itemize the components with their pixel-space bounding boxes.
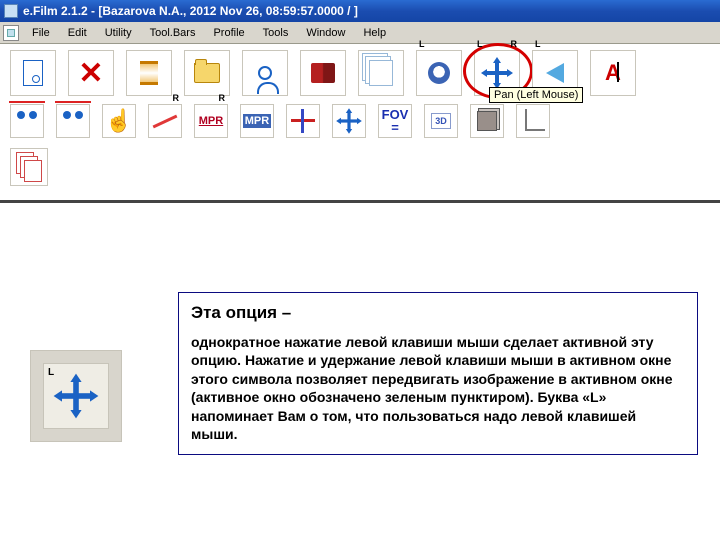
- mpr-button[interactable]: RMPR: [194, 104, 228, 138]
- r-marker: R: [173, 93, 180, 103]
- pan-button[interactable]: L R Pan (Left Mouse): [474, 50, 520, 96]
- crosshair-button[interactable]: [286, 104, 320, 138]
- pan-icon: [483, 59, 511, 87]
- docs-stack-icon: [16, 152, 42, 182]
- delete-button[interactable]: ✕: [68, 50, 114, 96]
- brightness-icon: [428, 62, 450, 84]
- menu-profile[interactable]: Profile: [204, 24, 253, 42]
- person-icon: [258, 66, 272, 80]
- patients-marked-button[interactable]: [56, 104, 90, 138]
- point-button[interactable]: ☝: [102, 104, 136, 138]
- menu-bar: File Edit Utility Tool.Bars Profile Tool…: [0, 22, 720, 44]
- line-icon: [153, 114, 178, 128]
- window-titlebar: e.Film 2.1.2 - [Bazarova N.A., 2012 Nov …: [0, 0, 720, 22]
- pan-figure-inner: L: [43, 363, 109, 429]
- window-title: e.Film 2.1.2 - [Bazarova N.A., 2012 Nov …: [23, 4, 358, 18]
- x-icon: ✕: [78, 56, 103, 91]
- mpr2-button[interactable]: MPR: [240, 104, 274, 138]
- pan-tooltip: Pan (Left Mouse): [489, 87, 583, 103]
- people-icon: [14, 111, 40, 131]
- series-button[interactable]: [358, 50, 404, 96]
- app-small-icon: [3, 25, 19, 41]
- 3d-label: 3D: [431, 113, 451, 129]
- study-notes-button[interactable]: [300, 50, 346, 96]
- menu-edit[interactable]: Edit: [59, 24, 96, 42]
- folder-icon: [194, 63, 220, 83]
- menu-toolbars[interactable]: Tool.Bars: [141, 24, 205, 42]
- stack-icon: [369, 60, 393, 86]
- cube-button[interactable]: [470, 104, 504, 138]
- mpr2-label: MPR: [243, 114, 271, 128]
- people-icon: [60, 111, 86, 131]
- hourglass-icon: [140, 61, 158, 85]
- description-panel: Эта опция – однократное нажатие левой кл…: [178, 292, 698, 455]
- menu-tools[interactable]: Tools: [254, 24, 298, 42]
- r-marker: R: [219, 93, 226, 103]
- book-icon: [311, 63, 335, 83]
- cube-icon: [477, 111, 497, 131]
- l-marker: L: [535, 39, 541, 49]
- toolbar-row-3: [0, 146, 720, 192]
- series-stack-button[interactable]: [10, 148, 48, 186]
- mpr-label: MPR: [199, 115, 223, 127]
- toolbar-row-2: ☝ R RMPR MPR FOV = 3D L: [0, 102, 720, 146]
- l-marker: L: [477, 39, 483, 49]
- brightness-button[interactable]: L: [416, 50, 462, 96]
- description-heading: Эта опция –: [191, 303, 685, 323]
- line-measure-button[interactable]: R: [148, 104, 182, 138]
- axes-icon: [521, 109, 545, 133]
- pan-icon: [56, 376, 95, 415]
- page-preview-button[interactable]: [10, 50, 56, 96]
- cross-icon: [291, 109, 315, 133]
- description-body: однократное нажатие левой клавиши мыши с…: [191, 333, 685, 444]
- arrow-left-icon: [546, 63, 564, 83]
- toolbar-row-1: ✕ L L R Pan (Left Mouse): [0, 48, 720, 102]
- resize-button[interactable]: [332, 104, 366, 138]
- resize-icon: [338, 110, 360, 132]
- menu-help[interactable]: Help: [354, 24, 395, 42]
- fov-label: FOV =: [382, 108, 409, 134]
- fov-button[interactable]: FOV =: [378, 104, 412, 138]
- r-marker: R: [511, 39, 518, 49]
- menu-utility[interactable]: Utility: [96, 24, 141, 42]
- patient-button[interactable]: [242, 50, 288, 96]
- axes-button[interactable]: L: [516, 104, 550, 138]
- l-marker: L: [419, 39, 425, 49]
- a-icon: A: [605, 60, 621, 86]
- menu-file[interactable]: File: [23, 24, 59, 42]
- hand-icon: ☝: [105, 108, 132, 134]
- open-folder-button[interactable]: [184, 50, 230, 96]
- annotation-button[interactable]: A: [590, 50, 636, 96]
- view3d-button[interactable]: 3D: [424, 104, 458, 138]
- l-marker: L: [48, 367, 54, 378]
- toolbar-area: ✕ L L R Pan (Left Mouse): [0, 44, 720, 203]
- hourglass-button[interactable]: [126, 50, 172, 96]
- patients-button[interactable]: [10, 104, 44, 138]
- tool-group-right: L L R Pan (Left Mouse) L A: [416, 50, 636, 96]
- app-icon: [4, 4, 18, 18]
- pan-figure: L: [30, 350, 122, 442]
- menu-window[interactable]: Window: [297, 24, 354, 42]
- page-icon: [23, 60, 43, 86]
